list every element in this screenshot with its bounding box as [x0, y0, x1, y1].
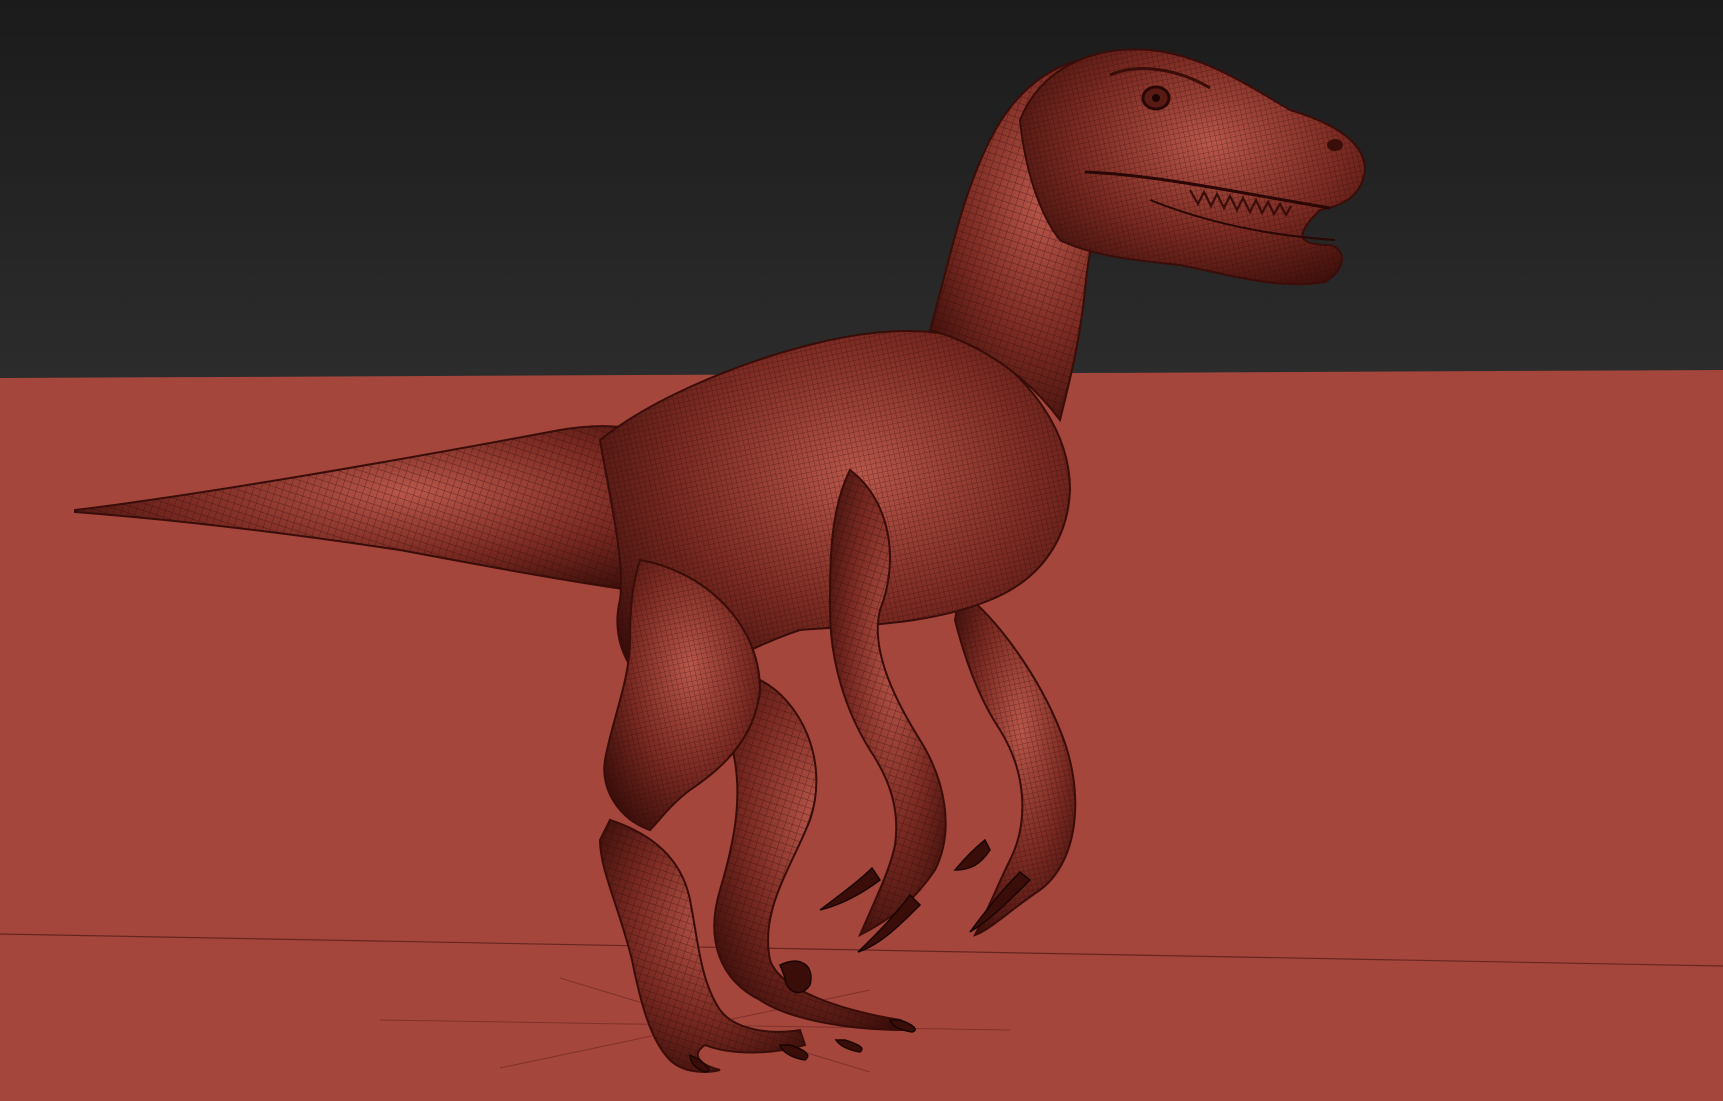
background-sky: [0, 0, 1723, 380]
3d-viewport[interactable]: [0, 0, 1723, 1101]
raptor-wireframe-icon: [0, 0, 1723, 1101]
